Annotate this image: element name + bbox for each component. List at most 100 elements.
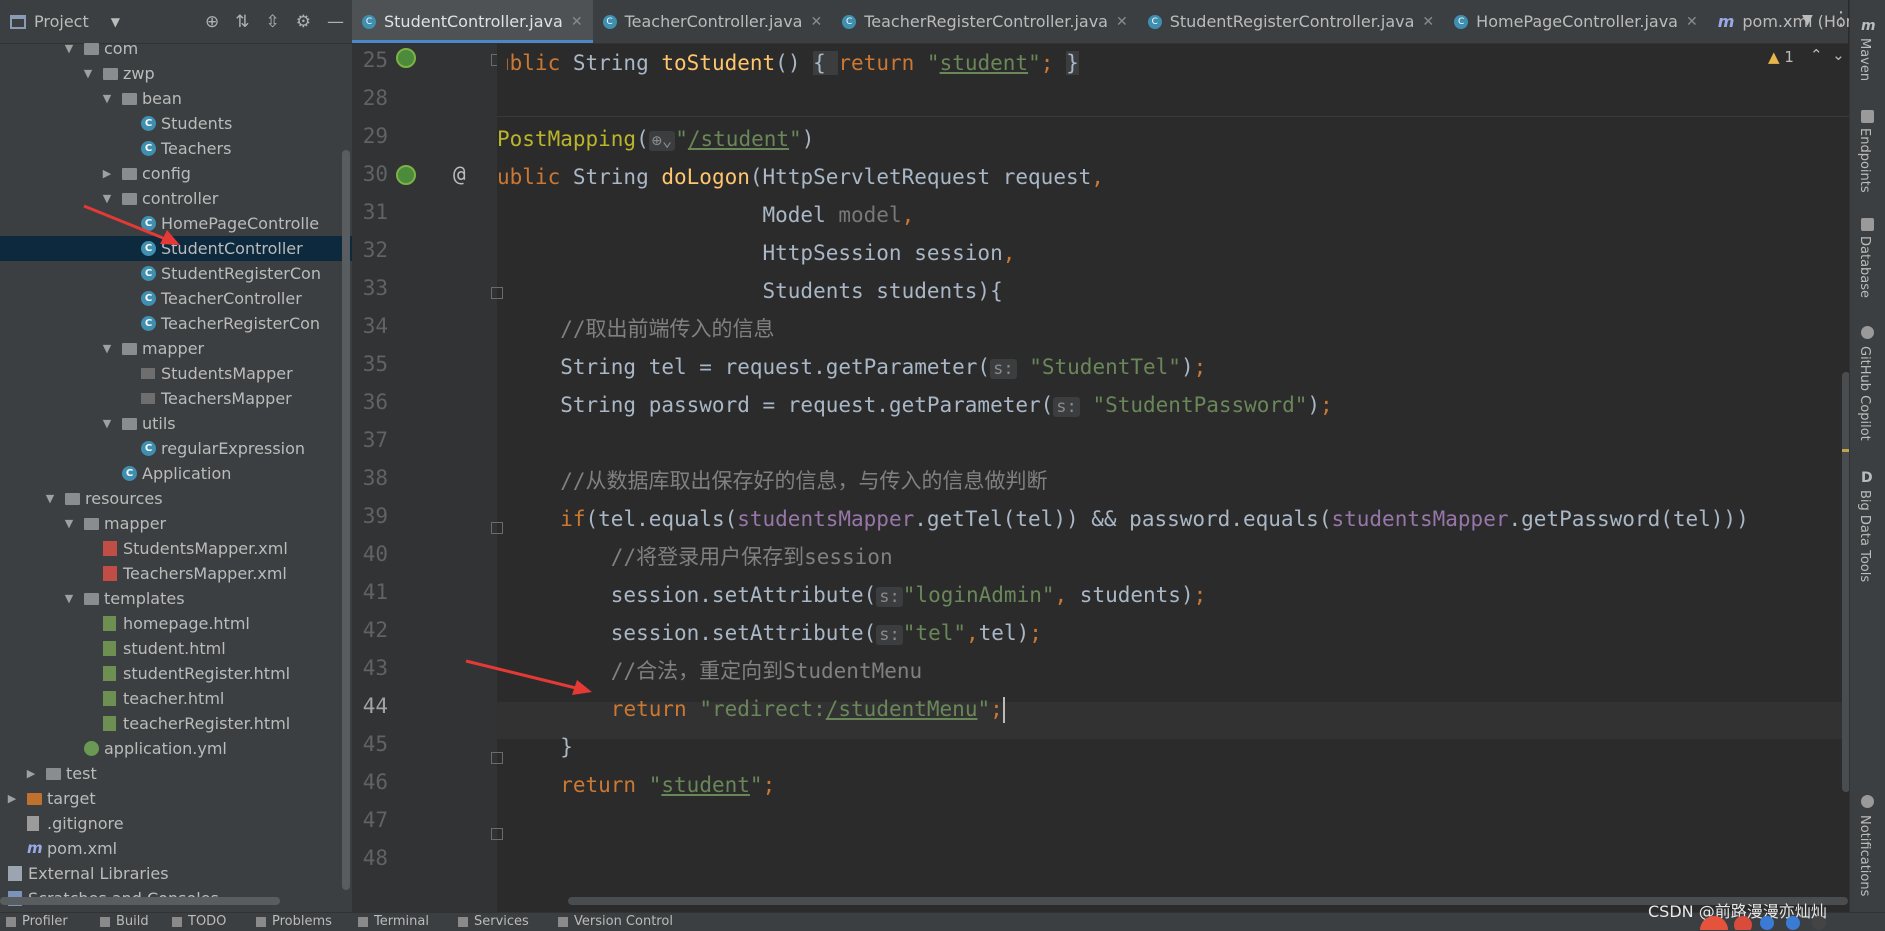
tree-item[interactable]: homepage.html (0, 611, 352, 636)
code-line-34[interactable]: //取出前端传入的信息 (497, 310, 774, 348)
tree-item[interactable]: student.html (0, 636, 352, 661)
code-line-46[interactable]: return "student"; (497, 766, 775, 804)
tree-item[interactable]: C TeacherController (0, 286, 352, 311)
tree-item[interactable]: ▼ com (0, 36, 352, 61)
chevron-down-icon[interactable]: ▼ (43, 486, 57, 511)
code-line-28[interactable] (497, 82, 510, 120)
tree-item[interactable]: C Teachers (0, 136, 352, 161)
code-line-40[interactable]: //将登录用户保存到session (497, 538, 893, 576)
tree-item[interactable]: ▼ mapper (0, 336, 352, 361)
chevron-down-icon[interactable]: ▼ (100, 336, 114, 361)
tree-item[interactable]: ▶ config (0, 161, 352, 186)
tool-database[interactable]: Database (1857, 236, 1872, 298)
tree-item[interactable]: TeachersMapper.xml (0, 561, 352, 586)
code-line-33[interactable]: Students students){ (497, 272, 1003, 310)
maven-icon[interactable]: m (1861, 18, 1876, 34)
code-line-29[interactable]: PostMapping(⊕⌄ "/student") (497, 120, 814, 160)
bottom-tool-problems[interactable]: Problems (256, 914, 332, 929)
chevron-down-icon[interactable]: ▼ (62, 586, 76, 611)
chevron-down-icon[interactable]: ▼ (62, 511, 76, 536)
code-line-47[interactable] (497, 804, 510, 842)
endpoints-icon[interactable] (1861, 110, 1874, 123)
tool-endpoints[interactable]: Endpoints (1857, 128, 1872, 193)
collapse-all-icon[interactable]: ⇳ (266, 12, 280, 32)
tool-big-data[interactable]: Big Data Tools (1857, 490, 1872, 582)
annotation-gutter-icon[interactable]: @ (453, 162, 466, 186)
tree-item[interactable]: teacherRegister.html (0, 711, 352, 736)
project-scrollbar[interactable] (342, 150, 350, 890)
chevron-down-icon[interactable]: ▼ (100, 86, 114, 111)
close-icon[interactable]: ✕ (571, 14, 583, 30)
bottom-tool-version-control[interactable]: Version Control (558, 914, 673, 929)
chevron-right-icon[interactable]: ▶ (100, 161, 114, 186)
code-line-39[interactable]: if(tel.equals(studentsMapper.getTel(tel)… (497, 500, 1749, 538)
tree-item[interactable]: teacher.html (0, 686, 352, 711)
spring-bean-icon[interactable] (396, 48, 416, 68)
chevron-down-icon[interactable]: ▼ (81, 61, 95, 86)
close-icon[interactable]: ✕ (1116, 14, 1128, 30)
expand-all-icon[interactable]: ⇅ (235, 12, 249, 32)
tree-item[interactable]: C Students (0, 111, 352, 136)
tree-item[interactable]: ▼ mapper (0, 511, 352, 536)
tree-item[interactable]: m pom.xml (0, 836, 352, 861)
tree-item[interactable]: application.yml (0, 736, 352, 761)
spring-bean-icon[interactable] (396, 165, 416, 185)
project-title[interactable]: Project (34, 12, 89, 31)
locate-icon[interactable]: ⊕ (205, 12, 219, 32)
chevron-right-icon[interactable]: ▶ (5, 786, 19, 811)
chevron-right-icon[interactable]: ▶ (24, 761, 38, 786)
problem-nav[interactable]: ⌃ ⌄ (1810, 46, 1845, 64)
project-hscrollbar[interactable] (0, 897, 280, 905)
tree-item[interactable]: ▼ resources (0, 486, 352, 511)
tree-item[interactable]: TeachersMapper (0, 386, 352, 411)
bottom-tool-terminal[interactable]: Terminal (358, 914, 429, 929)
close-icon[interactable]: ✕ (810, 14, 822, 30)
editor-tab[interactable]: C StudentController.java ✕ (352, 0, 593, 43)
tree-item[interactable]: StudentsMapper (0, 361, 352, 386)
database-icon[interactable] (1861, 218, 1874, 231)
gear-icon[interactable]: ⚙ (296, 12, 311, 32)
tool-maven[interactable]: Maven (1857, 38, 1872, 81)
code-editor[interactable]: ublic String toStudent() { return "stude… (497, 44, 1849, 912)
bottom-tool-profiler[interactable]: Profiler (6, 914, 68, 929)
close-icon[interactable]: ✕ (1686, 14, 1698, 30)
chevron-down-icon[interactable]: ▼ (62, 36, 76, 61)
code-line-48[interactable] (497, 842, 510, 880)
tree-item[interactable]: studentRegister.html (0, 661, 352, 686)
code-line-41[interactable]: session.setAttribute(s: "loginAdmin", stu… (497, 576, 1206, 616)
big-data-icon[interactable]: D (1861, 470, 1874, 486)
tree-item[interactable]: C TeacherRegisterCon (0, 311, 352, 336)
tree-item[interactable]: ▼ templates (0, 586, 352, 611)
editor-tab[interactable]: C TeacherRegisterController.java ✕ (832, 0, 1138, 43)
hide-icon[interactable]: — (327, 12, 344, 32)
tree-item[interactable]: ▶External Libraries (0, 861, 352, 886)
tabs-menu-icon[interactable]: ⋮ (1832, 8, 1850, 29)
tree-item[interactable]: StudentsMapper.xml (0, 536, 352, 561)
tree-item[interactable]: .gitignore (0, 811, 352, 836)
code-line-38[interactable]: //从数据库取出保存好的信息，与传入的信息做判断 (497, 462, 1047, 500)
editor-tab[interactable]: C StudentRegisterController.java ✕ (1138, 0, 1444, 43)
code-line-25[interactable]: ublic String toStudent() { return "stude… (497, 44, 1079, 82)
tree-item[interactable]: ▶ test (0, 761, 352, 786)
code-line-35[interactable]: String tel = request.getParameter(s: "St… (497, 348, 1206, 388)
close-icon[interactable]: ✕ (1422, 14, 1434, 30)
chevron-down-icon[interactable]: ▼ (111, 15, 120, 29)
code-line-31[interactable]: Model model, (497, 196, 915, 234)
editor-tab[interactable]: C TeacherController.java ✕ (593, 0, 833, 43)
tree-item[interactable]: ▼ bean (0, 86, 352, 111)
editor-tab[interactable]: C HomePageController.java ✕ (1444, 0, 1708, 43)
tree-item[interactable]: CregularExpression (0, 436, 352, 461)
code-line-37[interactable] (497, 424, 510, 462)
chevron-down-icon[interactable]: ▼ (100, 411, 114, 436)
bottom-tool-build[interactable]: Build (100, 914, 149, 929)
tool-github-copilot[interactable]: GitHub Copilot (1857, 346, 1872, 441)
bottom-tool-todo[interactable]: TODO (172, 914, 226, 929)
tree-item[interactable]: ▶ target (0, 786, 352, 811)
bell-icon[interactable] (1861, 795, 1874, 808)
tree-item[interactable]: ▼ utils (0, 411, 352, 436)
tree-item[interactable]: C StudentRegisterCon (0, 261, 352, 286)
code-line-30[interactable]: ublic String doLogon(HttpServletRequest … (497, 158, 1104, 196)
tree-item[interactable]: ▼ zwp (0, 61, 352, 86)
warning-indicator[interactable]: ▲ 1 (1768, 48, 1794, 66)
code-line-42[interactable]: session.setAttribute(s: "tel",tel); (497, 614, 1042, 654)
